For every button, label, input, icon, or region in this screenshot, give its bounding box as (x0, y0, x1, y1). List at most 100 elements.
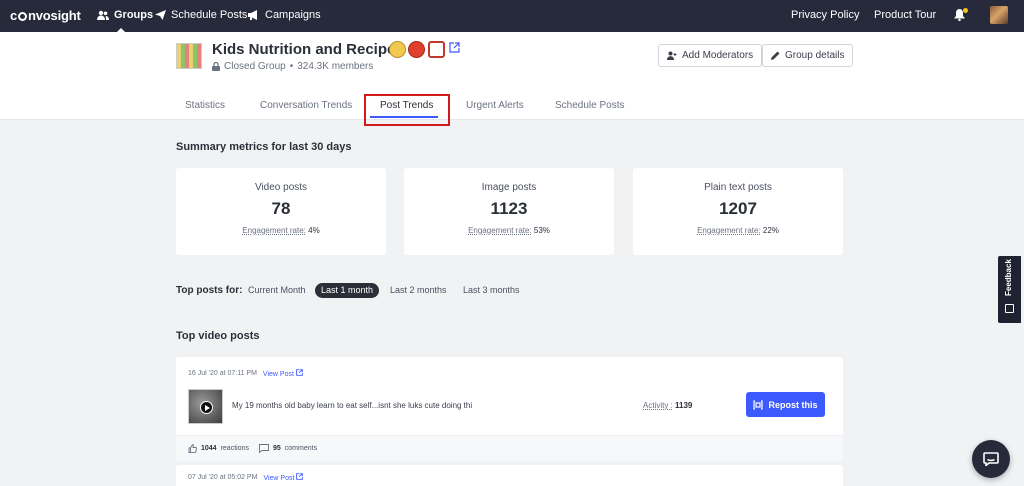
megaphone-icon (248, 10, 257, 20)
group-privacy: Closed Group (224, 61, 286, 72)
metric-value: 1123 (490, 199, 528, 218)
summary-title: Summary metrics for last 30 days (176, 141, 352, 153)
post-text: My 19 months old baby learn to eat self.… (232, 401, 473, 410)
metric-value: 1207 (719, 199, 757, 218)
product-tour-label: Product Tour (874, 9, 937, 21)
group-meta: Closed Group • 324.3K members (212, 61, 373, 72)
tab-conversation-trends[interactable]: Conversation Trends (260, 100, 352, 111)
baby-emoji-icon (389, 41, 406, 58)
filter-last-3-months[interactable]: Last 3 months (457, 283, 526, 298)
pencil-icon (771, 51, 780, 60)
engagement-rate-label: Engagement rate: (697, 226, 761, 235)
nav-groups[interactable]: Groups (97, 9, 153, 21)
engagement-rate-label: Engagement rate: (468, 226, 532, 235)
metric-label: Image posts (481, 182, 537, 193)
filter-last-1-month[interactable]: Last 1 month (315, 283, 380, 298)
engagement-rate-value: 4% (308, 226, 320, 235)
post-header: 16 Jul '20 at 07:11 PM View Post (188, 369, 303, 378)
nav-schedule-posts-label: Schedule Posts (171, 9, 248, 21)
chat-icon (983, 452, 999, 466)
engagement-rate-value: 22% (762, 226, 779, 235)
reactions-label: reactions (220, 445, 249, 452)
metric-value: 78 (271, 199, 291, 218)
metric-label: Video posts (254, 182, 308, 193)
group-details-button[interactable]: Group details (762, 44, 854, 67)
meta-separator: • (289, 61, 294, 72)
engagement-rate: Engagement rate: 53% (404, 226, 614, 235)
send-icon (155, 10, 166, 20)
activity-label: Activity : (643, 401, 673, 410)
view-post-label: View Post (263, 475, 295, 482)
privacy-policy-link[interactable]: Privacy Policy (791, 9, 859, 21)
group-title: Kids Nutrition and Recipes (212, 41, 404, 58)
notification-dot (963, 8, 968, 13)
comment-icon (259, 444, 269, 453)
external-link-icon[interactable] (449, 42, 460, 53)
users-icon (97, 10, 109, 20)
feedback-tab[interactable]: Feedback (998, 256, 1021, 323)
post-header: 07 Jul '20 at 05:02 PM View Post (188, 473, 304, 482)
repost-label: Repost this (768, 399, 818, 410)
repost-icon (753, 399, 764, 410)
view-post-label: View Post (262, 371, 294, 378)
post-card: 07 Jul '20 at 05:02 PM View Post (176, 465, 843, 486)
thumbs-up-icon (188, 444, 197, 453)
add-user-icon (667, 51, 677, 60)
reactions-stat: 1044 reactions (188, 444, 249, 453)
engagement-rate-value: 53% (533, 226, 550, 235)
metric-card-image: Image posts 1123 Engagement rate: 53% (404, 168, 614, 255)
group-header: Kids Nutrition and Recipes Closed Group … (0, 32, 1024, 126)
nav-schedule-posts[interactable]: Schedule Posts (155, 9, 247, 21)
highlight-box (364, 94, 450, 126)
top-nav: c nvosight Groups Schedule Posts Campaign… (0, 0, 1024, 33)
external-link-icon (296, 473, 304, 480)
add-moderators-button[interactable]: Add Moderators (658, 44, 763, 67)
lock-icon (212, 62, 220, 71)
filter-last-2-months[interactable]: Last 2 months (384, 283, 453, 298)
feedback-label: Feedback (1004, 259, 1013, 296)
post-card: 16 Jul '20 at 07:11 PM View Post My 19 m… (176, 357, 843, 461)
play-icon (200, 401, 213, 414)
post-date: 16 Jul '20 at 07:11 PM (188, 370, 257, 377)
video-thumbnail[interactable] (188, 389, 223, 424)
post-stats: 1044 reactions 95 comments (176, 435, 843, 461)
tab-statistics[interactable]: Statistics (185, 100, 225, 111)
repost-button[interactable]: Repost this (746, 392, 825, 417)
nav-campaigns-label: Campaigns (265, 9, 321, 21)
reactions-count: 1044 (201, 445, 217, 452)
activity-value: 1139 (675, 401, 693, 410)
top-video-posts-title: Top video posts (176, 330, 260, 342)
comments-stat: 95 comments (259, 444, 317, 453)
feedback-icon (1005, 304, 1014, 313)
filter-current-month[interactable]: Current Month (242, 283, 312, 298)
top-posts-filter-label: Top posts for: (176, 285, 243, 296)
post-date: 07 Jul '20 at 05:02 PM (188, 474, 258, 481)
chat-button[interactable] (972, 440, 1010, 478)
privacy-policy-label: Privacy Policy (791, 9, 860, 21)
post-activity: Activity : 1139 (643, 401, 692, 410)
convosight-logo[interactable]: c nvosight (10, 8, 81, 23)
comments-label: comments (284, 445, 318, 452)
tab-urgent-alerts[interactable]: Urgent Alerts (466, 100, 524, 111)
view-post-link[interactable]: View Post (263, 473, 304, 482)
tab-schedule-posts[interactable]: Schedule Posts (555, 100, 625, 111)
bowl-emoji-icon (428, 41, 445, 58)
add-moderators-label: Add Moderators (682, 50, 754, 61)
engagement-rate-label: Engagement rate: (242, 226, 306, 235)
comments-count: 95 (272, 445, 281, 452)
group-members: 324.3K members (297, 61, 374, 72)
metric-card-video: Video posts 78 Engagement rate: 4% (176, 168, 386, 255)
group-details-label: Group details (785, 50, 845, 61)
nav-campaigns[interactable]: Campaigns (248, 9, 321, 21)
product-tour-link[interactable]: Product Tour (874, 9, 936, 21)
view-post-link[interactable]: View Post (263, 369, 303, 378)
metric-label: Plain text posts (704, 182, 772, 193)
group-thumbnail (176, 43, 202, 69)
metric-card-plain-text: Plain text posts 1207 Engagement rate: 2… (633, 168, 843, 255)
engagement-rate: Engagement rate: 22% (633, 226, 843, 235)
user-avatar[interactable] (990, 6, 1008, 24)
engagement-rate: Engagement rate: 4% (176, 226, 386, 235)
nav-groups-label: Groups (114, 9, 154, 21)
tomato-emoji-icon (408, 41, 425, 58)
external-link-icon (296, 369, 303, 376)
